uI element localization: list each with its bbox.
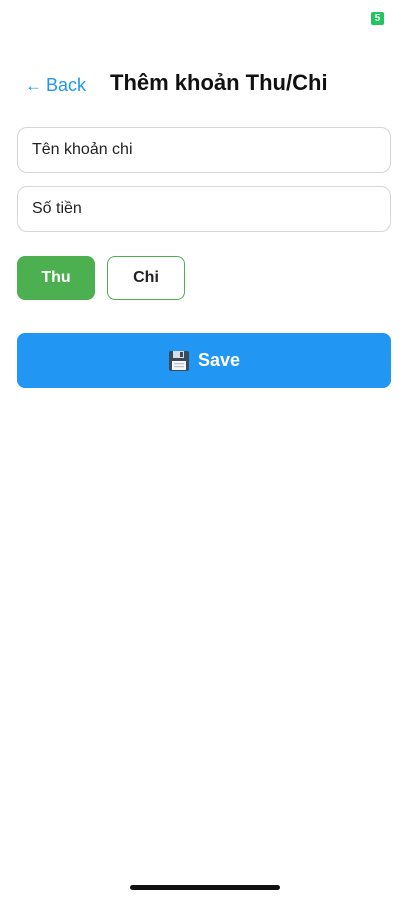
home-indicator xyxy=(130,885,280,890)
name-field[interactable] xyxy=(17,127,391,173)
back-label: Back xyxy=(46,74,87,95)
back-button[interactable]: ← Back xyxy=(25,72,86,98)
page-title: Thêm khoản Thu/Chi xyxy=(110,70,328,95)
save-label: Save xyxy=(197,350,241,370)
income-button[interactable]: Thu xyxy=(17,256,95,300)
header: ← Back Thêm khoản Thu/Chi xyxy=(0,68,411,102)
floppy-disk-icon xyxy=(168,350,189,371)
add-transaction-screen: 5 ← Back Thêm khoản Thu/Chi Thu Chi Save xyxy=(0,0,411,900)
expense-button[interactable]: Chi xyxy=(107,256,185,300)
amount-field[interactable] xyxy=(17,186,391,232)
status-indicator-icon: 5 xyxy=(371,12,384,25)
save-button[interactable]: Save xyxy=(17,333,391,388)
back-arrow-icon: ← xyxy=(25,75,42,95)
